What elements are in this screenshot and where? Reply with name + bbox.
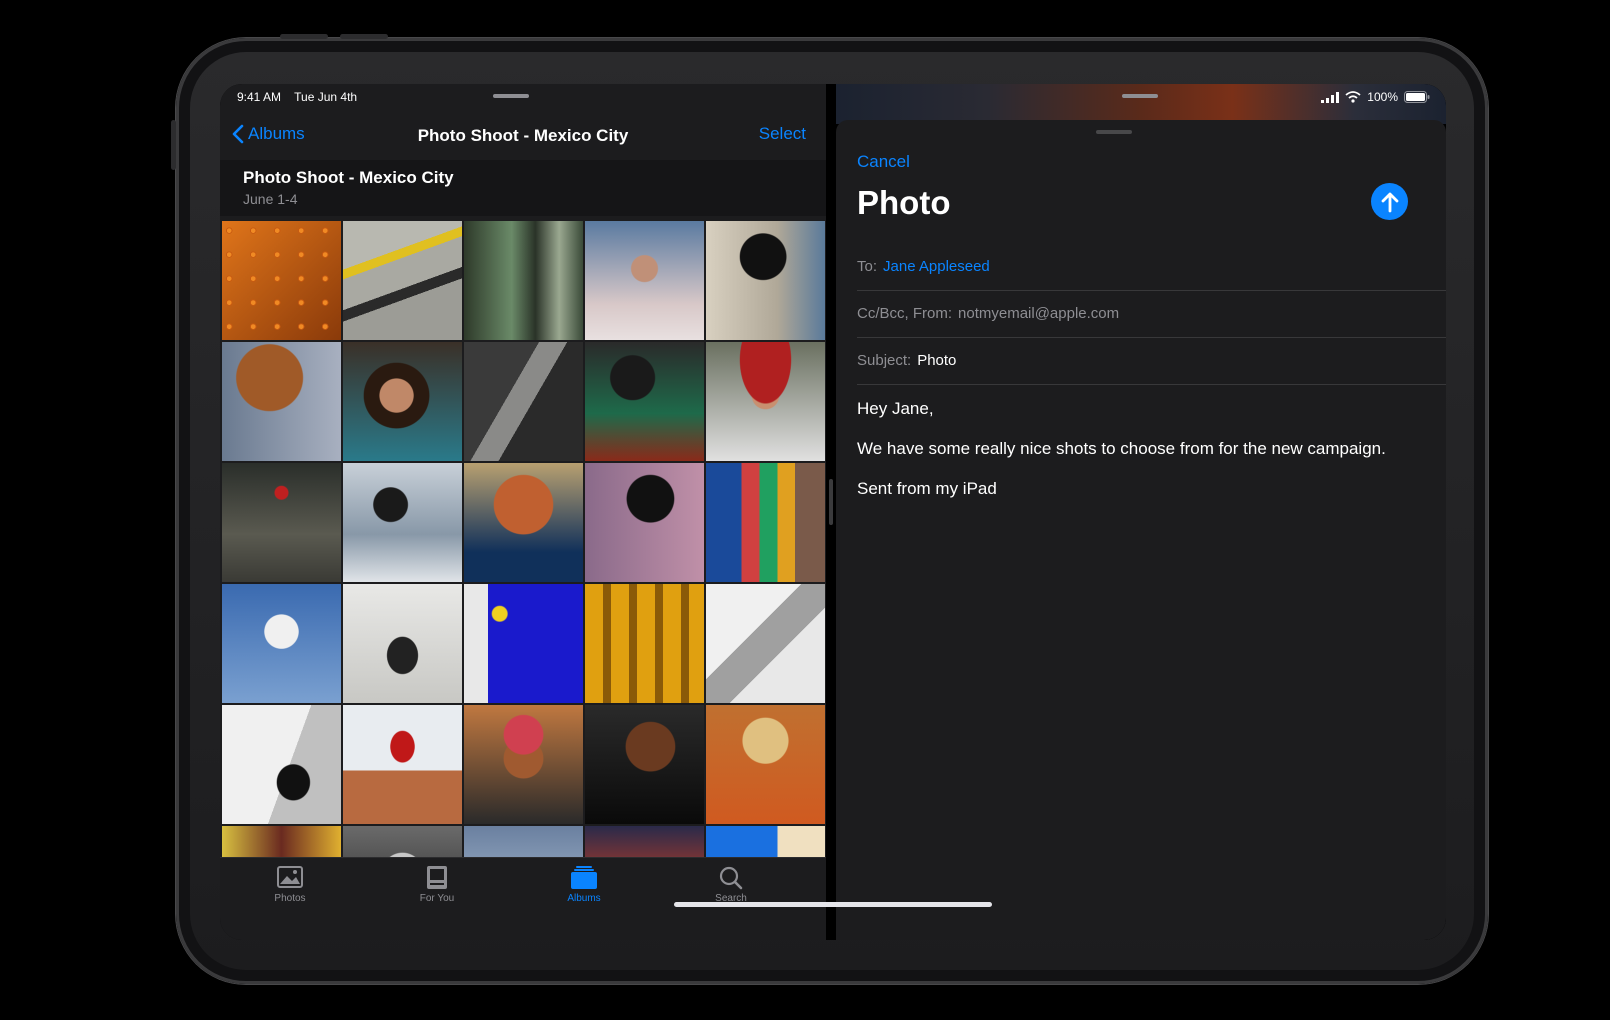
photo-thumbnail[interactable]	[222, 221, 341, 340]
sheet-grabber[interactable]	[1096, 130, 1132, 134]
album-header: Photo Shoot - Mexico City June 1-4	[220, 160, 826, 216]
photo-thumbnail[interactable]	[222, 342, 341, 461]
photo-thumbnail[interactable]	[464, 584, 583, 703]
photo-thumbnail[interactable]	[585, 826, 704, 857]
album-title: Photo Shoot - Mexico City	[243, 168, 454, 187]
compose-sheet: Cancel Photo To: Jane Appleseed Cc/Bcc, …	[836, 120, 1446, 940]
photo-grid	[222, 221, 826, 857]
send-button[interactable]	[1371, 183, 1408, 220]
subject-label: Subject:	[857, 352, 912, 369]
photo-thumbnail[interactable]	[222, 584, 341, 703]
message-signature[interactable]: Sent from my iPad	[857, 479, 997, 499]
photos-app: 9:41 AM Tue Jun 4th Albums Photo Shoot -…	[220, 84, 826, 940]
photo-thumbnail[interactable]	[706, 463, 825, 582]
photo-thumbnail[interactable]	[585, 463, 704, 582]
message-text[interactable]: We have some really nice shots to choose…	[857, 439, 1386, 459]
split-view-divider[interactable]	[826, 84, 836, 940]
photo-thumbnail[interactable]	[464, 463, 583, 582]
select-button[interactable]: Select	[759, 124, 806, 144]
photo-thumbnail[interactable]	[464, 705, 583, 824]
subject-field[interactable]: Subject: Photo	[857, 337, 1446, 385]
for-you-icon	[427, 866, 447, 889]
compose-title: Photo	[857, 184, 951, 221]
divider-handle[interactable]	[829, 479, 833, 525]
from-address[interactable]: notmyemail@apple.com	[958, 305, 1119, 322]
tab-label: For You	[419, 893, 455, 904]
mail-app: 100% Cancel Photo To: Jane Appleseed Cc/	[836, 84, 1446, 940]
photo-thumbnail[interactable]	[343, 826, 462, 857]
back-label: Albums	[248, 124, 305, 143]
photo-thumbnail[interactable]	[706, 705, 825, 824]
photo-thumbnail[interactable]	[706, 221, 825, 340]
status-bar-right: 100%	[1321, 90, 1430, 104]
cancel-button[interactable]: Cancel	[857, 152, 910, 172]
photo-thumbnail[interactable]	[706, 584, 825, 703]
nav-title: Photo Shoot - Mexico City	[417, 126, 629, 145]
chevron-left-icon	[232, 124, 244, 144]
photo-thumbnail[interactable]	[343, 463, 462, 582]
volume-button	[340, 34, 388, 39]
photo-thumbnail[interactable]	[222, 826, 341, 857]
photo-thumbnail[interactable]	[585, 584, 704, 703]
photo-thumbnail[interactable]	[585, 221, 704, 340]
home-indicator[interactable]	[674, 902, 992, 907]
photo-thumbnail[interactable]	[222, 463, 341, 582]
tab-label: Albums	[567, 893, 601, 904]
tab-bar: Photos For You Albums Search	[220, 857, 826, 940]
message-greeting[interactable]: Hey Jane,	[857, 399, 934, 419]
to-label: To:	[857, 258, 878, 275]
subject-value[interactable]: Photo	[917, 352, 956, 369]
tab-for-you[interactable]: For You	[377, 866, 497, 904]
tab-label: Photos	[274, 893, 306, 904]
cc-bcc-from-label: Cc/Bcc, From:	[857, 305, 953, 322]
status-time: 9:41 AM	[237, 90, 282, 104]
albums-icon	[571, 866, 597, 889]
arrow-up-icon	[1381, 192, 1398, 212]
multitasking-grabber[interactable]	[493, 94, 529, 98]
cellular-signal-icon	[1321, 91, 1340, 103]
ipad-screen: 9:41 AM Tue Jun 4th Albums Photo Shoot -…	[220, 84, 1446, 940]
photo-thumbnail[interactable]	[343, 705, 462, 824]
tab-search[interactable]: Search	[671, 866, 791, 904]
volume-button	[280, 34, 328, 39]
power-button	[171, 120, 176, 170]
photo-thumbnail[interactable]	[343, 584, 462, 703]
navigation-bar: Albums Photo Shoot - Mexico City Select	[220, 112, 826, 160]
photo-thumbnail[interactable]	[464, 221, 583, 340]
photos-icon	[277, 866, 303, 888]
multitasking-grabber[interactable]	[1122, 94, 1158, 98]
search-icon	[719, 866, 743, 890]
recipient-token[interactable]: Jane Appleseed	[883, 258, 990, 275]
status-date: Tue Jun 4th	[294, 90, 358, 104]
status-bar-left: 9:41 AM Tue Jun 4th	[237, 90, 367, 104]
wifi-icon	[1345, 91, 1361, 103]
battery-icon	[1404, 91, 1430, 103]
photo-thumbnail[interactable]	[706, 342, 825, 461]
photo-thumbnail[interactable]	[706, 826, 825, 857]
tab-albums[interactable]: Albums	[524, 866, 644, 904]
album-date-range: June 1-4	[243, 191, 298, 207]
photo-thumbnail[interactable]	[464, 342, 583, 461]
cc-bcc-from-field[interactable]: Cc/Bcc, From: notmyemail@apple.com	[857, 290, 1446, 338]
photo-thumbnail[interactable]	[343, 342, 462, 461]
back-button[interactable]: Albums	[232, 124, 305, 144]
battery-percentage: 100%	[1367, 90, 1398, 104]
photo-thumbnail[interactable]	[585, 705, 704, 824]
to-field[interactable]: To: Jane Appleseed	[857, 243, 1446, 291]
photo-thumbnail[interactable]	[222, 705, 341, 824]
photo-thumbnail[interactable]	[343, 221, 462, 340]
tab-photos[interactable]: Photos	[230, 866, 350, 904]
photo-thumbnail[interactable]	[585, 342, 704, 461]
photo-thumbnail[interactable]	[464, 826, 583, 857]
